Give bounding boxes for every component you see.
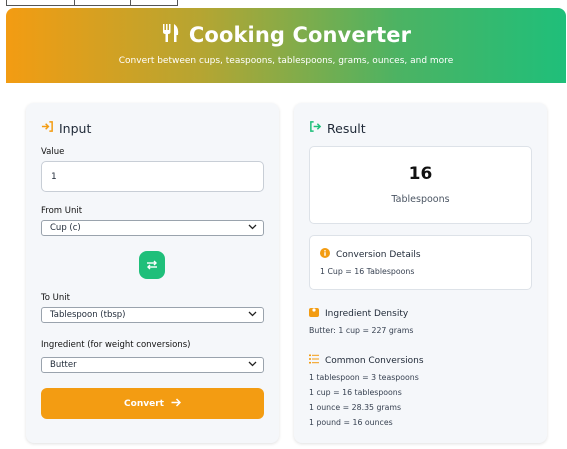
input-panel: Input Value 1 From Unit Cup (c) To Unit … [26, 103, 279, 443]
conversion-details-title: Conversion Details [320, 248, 421, 261]
browser-tab-strip [6, 0, 178, 6]
value-label: Value [41, 147, 65, 157]
common-conversion-item: 1 ounce = 28.35 grams [309, 403, 402, 412]
list-icon [309, 354, 319, 367]
to-unit-select[interactable]: Tablespoon (tbsp) [41, 307, 264, 323]
common-conversions-title: Common Conversions [309, 354, 424, 367]
value-input[interactable]: 1 [41, 161, 264, 192]
common-conversion-item: 1 cup = 16 tablespoons [309, 388, 402, 397]
result-panel: Result 16 Tablespoons Conversion Details… [294, 103, 547, 443]
common-conversion-item: 1 pound = 16 ounces [309, 418, 393, 427]
input-heading: Input [41, 120, 91, 136]
conversion-details-card: Conversion Details 1 Cup = 16 Tablespoon… [309, 235, 532, 290]
value-input-text: 1 [51, 171, 57, 182]
to-unit-label: To Unit [41, 293, 70, 303]
ingredient-value: Butter [50, 360, 77, 370]
common-conversion-item: 1 tablespoon = 3 teaspoons [309, 373, 419, 382]
ingredient-density-title: Ingredient Density [309, 307, 408, 320]
chevron-down-icon [248, 310, 257, 320]
from-unit-label: From Unit [41, 206, 83, 216]
ingredient-label: Ingredient (for weight conversions) [41, 340, 191, 350]
from-unit-select[interactable]: Cup (c) [41, 220, 264, 236]
ingredient-density-text: Butter: 1 cup = 227 grams [309, 326, 414, 335]
info-circle-icon [320, 248, 330, 261]
common-conversions-title-label: Common Conversions [325, 355, 424, 366]
weight-icon [309, 307, 319, 320]
result-value: 16 [408, 164, 433, 184]
conversion-details-text: 1 Cup = 16 Tablespoons [320, 267, 415, 276]
utensils-icon [161, 23, 181, 47]
result-unit: Tablespoons [391, 194, 450, 205]
app-header: Cooking Converter Convert between cups, … [6, 8, 566, 83]
app-subtitle: Convert between cups, teaspoons, tablesp… [118, 56, 454, 66]
sign-in-icon [41, 120, 54, 136]
convert-button-label: Convert [124, 398, 164, 409]
result-display: 16 Tablespoons [309, 146, 532, 224]
swap-icon [146, 256, 158, 275]
arrow-right-icon [171, 397, 182, 410]
input-heading-label: Input [59, 120, 92, 136]
conversion-details-title-label: Conversion Details [336, 249, 421, 260]
chevron-down-icon [248, 223, 257, 233]
ingredient-density-title-label: Ingredient Density [325, 308, 409, 319]
chevron-down-icon [248, 360, 257, 370]
to-unit-value: Tablespoon (tbsp) [50, 310, 126, 320]
result-heading: Result [309, 120, 366, 136]
result-heading-label: Result [327, 120, 366, 136]
from-unit-value: Cup (c) [50, 223, 81, 233]
convert-button[interactable]: Convert [41, 388, 264, 419]
swap-units-button[interactable] [139, 251, 165, 279]
sign-out-icon [309, 120, 322, 136]
ingredient-select[interactable]: Butter [41, 357, 264, 373]
app-title: Cooking Converter [188, 23, 412, 47]
